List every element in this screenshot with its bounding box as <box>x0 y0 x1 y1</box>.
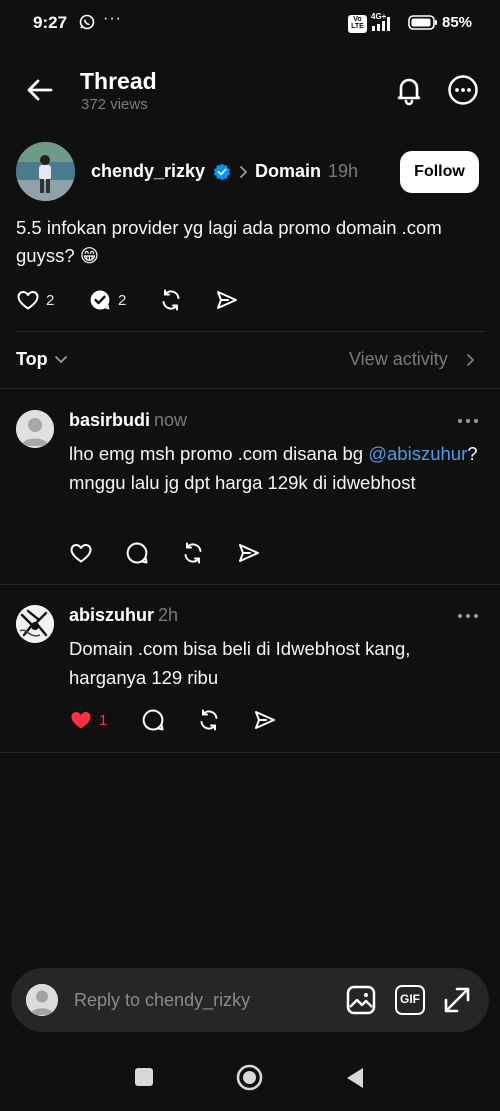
volte-badge: Vo LTE <box>348 15 367 33</box>
like-action[interactable]: 2 <box>16 288 54 312</box>
repost-action[interactable] <box>181 541 205 565</box>
comment-icon <box>142 709 164 731</box>
bell-icon[interactable] <box>392 73 426 107</box>
reply-action[interactable] <box>141 708 165 732</box>
post-actions: 2 2 <box>16 288 316 312</box>
chevron-right-icon <box>240 166 248 178</box>
repost-action[interactable] <box>197 708 221 732</box>
reply-username[interactable]: abiszuhur 2h <box>69 605 178 626</box>
chevron-right-icon[interactable] <box>466 353 476 367</box>
battery-percent: 85% <box>442 14 473 31</box>
share-action[interactable] <box>253 708 277 732</box>
send-icon <box>239 544 259 562</box>
heart-icon <box>17 291 39 310</box>
image-icon[interactable] <box>346 985 376 1015</box>
default-avatar-icon <box>16 410 54 448</box>
topic-tag[interactable]: Domain <box>255 161 321 182</box>
reply-text-part: lho emg msh promo .com disana bg <box>69 443 369 464</box>
view-activity-link[interactable]: View activity <box>349 349 448 370</box>
reply-action[interactable] <box>125 541 149 565</box>
like-action[interactable]: 1 <box>69 708 107 732</box>
post-timestamp: 19h <box>328 161 359 181</box>
reply-timestamp: now <box>154 410 188 430</box>
reply-username-text[interactable]: basirbudi <box>69 410 150 430</box>
heart-filled-icon <box>71 712 91 729</box>
divider <box>0 584 500 585</box>
chevron-down-icon[interactable] <box>54 354 68 366</box>
network-type: 4G+ <box>371 12 387 21</box>
verified-badge-icon <box>213 163 231 181</box>
avatar <box>26 984 58 1016</box>
reply-body: lho emg msh promo .com disana bg @abiszu… <box>69 439 479 497</box>
avatar[interactable] <box>16 142 75 201</box>
post-body: 5.5 infokan provider yg lagi ada promo d… <box>16 217 442 266</box>
repost-icon <box>162 289 180 311</box>
more-dots-icon[interactable] <box>456 611 480 621</box>
more-dots-icon[interactable] <box>456 416 480 426</box>
back-triangle-icon[interactable] <box>344 1066 366 1090</box>
reply-body: Domain .com bisa beli di Idwebhost kang,… <box>69 638 411 688</box>
like-count: 1 <box>99 711 108 729</box>
share-action[interactable] <box>215 288 239 312</box>
back-arrow-icon[interactable] <box>24 74 56 106</box>
page-title: Thread <box>80 68 157 94</box>
more-options-icon[interactable] <box>446 73 480 107</box>
sort-row: Top View activity <box>0 340 500 380</box>
whatsapp-icon <box>79 14 95 30</box>
reply-checked-icon <box>90 290 110 310</box>
reply-input[interactable] <box>74 987 324 1013</box>
reply-actions <box>69 541 329 565</box>
reply-actions: 1 <box>69 708 329 732</box>
battery-icon <box>408 15 437 30</box>
reply-count: 2 <box>118 291 127 309</box>
repost-icon <box>200 709 218 731</box>
divider <box>0 752 500 753</box>
sort-dropdown[interactable]: Top <box>16 349 48 370</box>
repost-icon <box>184 542 202 564</box>
status-more-dots: ··· <box>103 10 122 27</box>
recent-apps-button[interactable] <box>135 1068 153 1086</box>
view-count: 372 views <box>81 96 148 113</box>
status-time: 9:27 <box>33 13 68 32</box>
avatar[interactable] <box>16 410 54 448</box>
divider <box>16 331 484 332</box>
thread-screen: 9:27 ··· Vo LTE 4G+ 85% Thread 372 views <box>0 0 500 1111</box>
mention-link[interactable]: @abiszuhur <box>368 443 467 464</box>
repost-action[interactable] <box>159 288 183 312</box>
divider <box>0 388 500 389</box>
send-icon <box>217 291 237 309</box>
like-action[interactable] <box>69 541 93 565</box>
avatar-drawing <box>16 605 54 643</box>
gif-button[interactable]: GIF <box>395 985 425 1015</box>
avatar[interactable] <box>16 605 54 643</box>
send-icon <box>255 711 275 729</box>
follow-button[interactable]: Follow <box>400 151 479 193</box>
reply-username[interactable]: basirbudi now <box>69 410 187 431</box>
avatar-photo <box>16 142 75 201</box>
system-nav-bar <box>0 1045 500 1111</box>
post-username[interactable]: chendy_rizky <box>91 161 205 182</box>
reply-timestamp: 2h <box>158 605 179 625</box>
expand-icon[interactable] <box>442 985 472 1015</box>
reply-action[interactable]: 2 <box>88 288 126 312</box>
reply-composer: GIF <box>11 968 489 1032</box>
reply-username-text[interactable]: abiszuhur <box>69 605 154 625</box>
heart-icon <box>70 544 92 563</box>
default-avatar-icon <box>26 984 58 1016</box>
thread-header: Thread 372 views <box>0 60 500 120</box>
home-button[interactable] <box>236 1064 263 1091</box>
share-action[interactable] <box>237 541 261 565</box>
comment-icon <box>126 542 148 564</box>
signal-icon: 4G+ <box>371 12 390 31</box>
like-count: 2 <box>46 291 55 309</box>
status-bar: 9:27 ··· Vo LTE 4G+ 85% <box>0 0 500 48</box>
